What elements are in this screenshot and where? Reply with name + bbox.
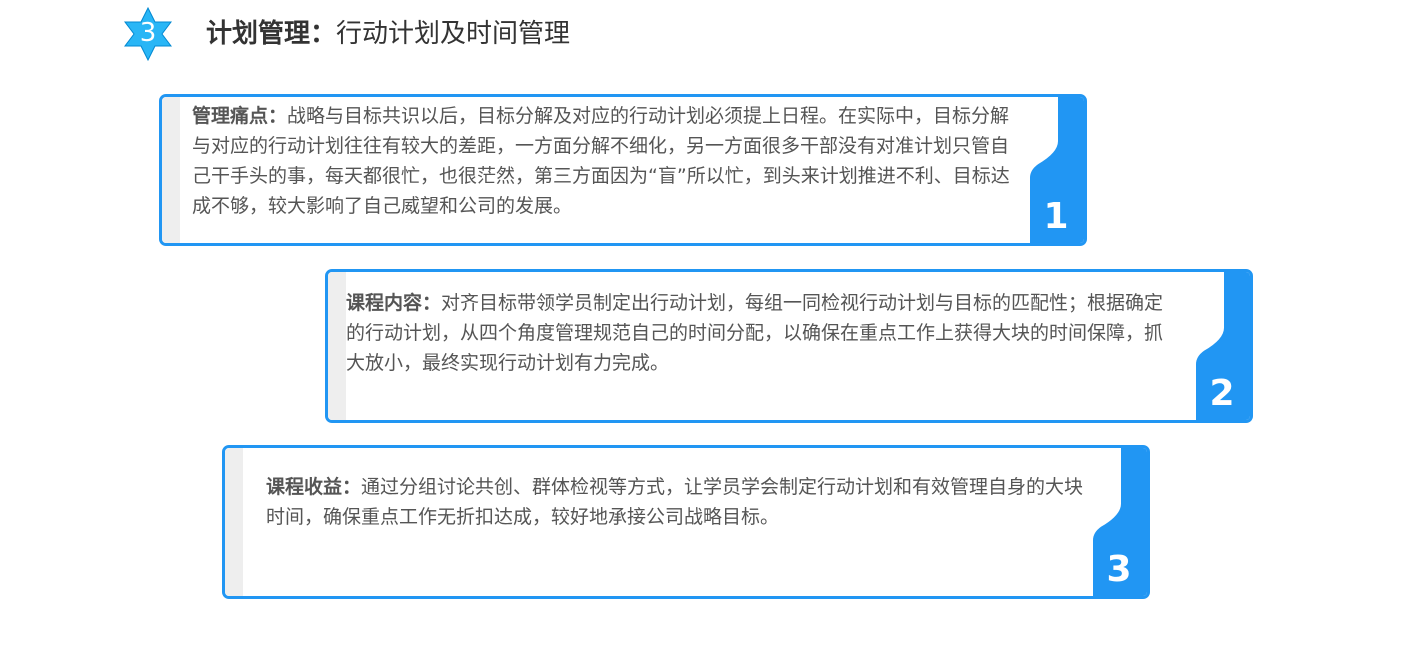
card-label: 课程内容： bbox=[346, 292, 442, 314]
card-number: 2 bbox=[1209, 373, 1235, 414]
step-badge: 3 bbox=[120, 6, 176, 62]
card-shade bbox=[328, 272, 346, 420]
card-description: 战略与目标共识以后，目标分解及对应的行动计划必须提上日程。在实际中，目标分解与对… bbox=[192, 105, 1010, 217]
card-label: 管理痛点： bbox=[192, 105, 288, 127]
title-rest: 行动计划及时间管理 bbox=[336, 19, 571, 49]
card-text: 管理痛点：战略与目标共识以后，目标分解及对应的行动计划必须提上日程。在实际中，目… bbox=[192, 101, 1012, 221]
card-number-tab: 1 bbox=[1024, 97, 1084, 243]
card-course-content: 课程内容：对齐目标带领学员制定出行动计划，每组一同检视行动计划与目标的匹配性；根… bbox=[325, 269, 1253, 423]
card-shade bbox=[162, 97, 180, 243]
slide-page: 3 计划管理：行动计划及时间管理 管理痛点：战略与目标共识以后，目标分解及对应的… bbox=[0, 0, 1416, 671]
card-number: 3 bbox=[1106, 549, 1132, 590]
step-number: 3 bbox=[139, 18, 157, 48]
page-title: 计划管理：行动计划及时间管理 bbox=[206, 13, 570, 50]
card-pain-points: 管理痛点：战略与目标共识以后，目标分解及对应的行动计划必须提上日程。在实际中，目… bbox=[159, 94, 1087, 246]
title-bold: 计划管理： bbox=[206, 19, 337, 49]
card-course-benefits: 课程收益：通过分组讨论共创、群体检视等方式，让学员学会制定行动计划和有效管理自身… bbox=[222, 445, 1150, 599]
card-text: 课程内容：对齐目标带领学员制定出行动计划，每组一同检视行动计划与目标的匹配性；根… bbox=[346, 288, 1176, 378]
card-number-tab: 2 bbox=[1190, 272, 1250, 420]
card-description: 通过分组讨论共创、群体检视等方式，让学员学会制定行动计划和有效管理自身的大块时间… bbox=[266, 476, 1084, 528]
card-number: 1 bbox=[1043, 196, 1069, 237]
card-label: 课程收益： bbox=[266, 476, 362, 498]
card-number-tab: 3 bbox=[1087, 448, 1147, 596]
card-shade bbox=[225, 448, 243, 596]
card-text: 课程收益：通过分组讨论共创、群体检视等方式，让学员学会制定行动计划和有效管理自身… bbox=[266, 472, 1096, 532]
card-description: 对齐目标带领学员制定出行动计划，每组一同检视行动计划与目标的匹配性；根据确定的行… bbox=[346, 292, 1164, 374]
